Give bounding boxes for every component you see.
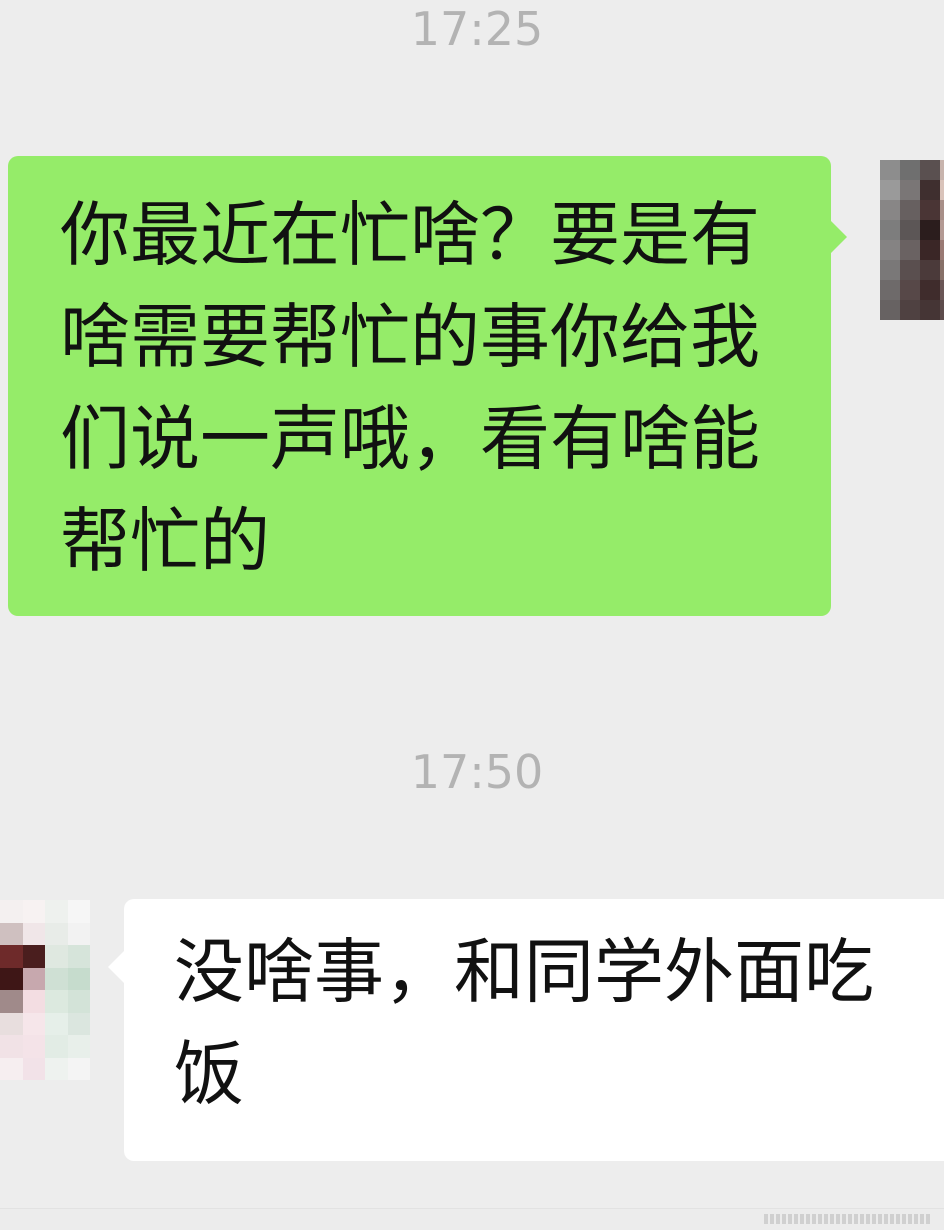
avatar-pixel: [880, 300, 900, 320]
avatar-pixel: [940, 280, 944, 300]
avatar-pixel: [900, 280, 920, 300]
avatar-pixel: [920, 180, 940, 200]
avatar-pixel: [940, 220, 944, 240]
avatar-pixel: [940, 300, 944, 320]
avatar-pixel: [880, 220, 900, 240]
avatar-pixel: [880, 180, 900, 200]
avatar-pixel: [900, 200, 920, 220]
avatar-pixel: [67, 967, 90, 990]
avatar-pixel: [940, 200, 944, 220]
avatar-pixel: [900, 300, 920, 320]
avatar-pixel: [940, 160, 944, 180]
message-text: 没啥事，和同学外面吃饭: [174, 931, 874, 1115]
avatar-pixel: [45, 990, 68, 1013]
avatar-pixel: [22, 1057, 45, 1080]
avatar-pixel: [45, 1057, 68, 1080]
avatar-pixel: [67, 945, 90, 968]
avatar-pixel: [67, 1057, 90, 1080]
timestamp: 17:25: [410, 2, 544, 56]
avatar-pixel: [45, 1012, 68, 1035]
avatar-pixel: [0, 967, 23, 990]
avatar-pixel: [22, 945, 45, 968]
avatar-pixel: [45, 922, 68, 945]
avatar-pixel: [67, 1035, 90, 1058]
avatar-pixel: [880, 240, 900, 260]
avatar-pixel: [880, 280, 900, 300]
avatar-pixel: [920, 220, 940, 240]
avatar-pixel: [67, 922, 90, 945]
avatar-pixel: [22, 1012, 45, 1035]
avatar-pixel: [67, 900, 90, 923]
my-avatar[interactable]: [880, 160, 944, 320]
avatar-pixel: [45, 945, 68, 968]
avatar-pixel: [0, 1035, 23, 1058]
avatar-pixel: [67, 990, 90, 1013]
avatar-pixel: [0, 922, 23, 945]
avatar-pixel: [0, 990, 23, 1013]
avatar-pixel: [0, 945, 23, 968]
avatar-pixel: [920, 240, 940, 260]
avatar-pixel: [22, 922, 45, 945]
friend-avatar[interactable]: [0, 900, 90, 1080]
avatar-pixel: [880, 200, 900, 220]
avatar-pixel: [920, 200, 940, 220]
avatar-pixel: [940, 260, 944, 280]
avatar-pixel: [900, 220, 920, 240]
avatar-pixel: [900, 260, 920, 280]
avatar-pixel: [22, 1035, 45, 1058]
watermark-icon: [764, 1214, 930, 1224]
incoming-message-bubble[interactable]: 没啥事，和同学外面吃饭: [108, 899, 944, 1161]
avatar-pixel: [940, 180, 944, 200]
avatar-pixel: [900, 160, 920, 180]
avatar-pixel: [880, 160, 900, 180]
avatar-pixel: [45, 900, 68, 923]
avatar-pixel: [0, 1012, 23, 1035]
avatar-pixel: [920, 260, 940, 280]
message-text: 你最近在忙啥？要是有啥需要帮忙的事你给我们说一声哦，看有啥能帮忙的: [60, 194, 760, 582]
avatar-pixel: [900, 240, 920, 260]
avatar-pixel: [22, 990, 45, 1013]
avatar-pixel: [22, 967, 45, 990]
avatar-pixel: [67, 1012, 90, 1035]
avatar-pixel: [880, 260, 900, 280]
avatar-pixel: [45, 1035, 68, 1058]
avatar-pixel: [0, 1057, 23, 1080]
avatar-pixel: [45, 967, 68, 990]
avatar-pixel: [920, 280, 940, 300]
outgoing-message-bubble[interactable]: 你最近在忙啥？要是有啥需要帮忙的事你给我们说一声哦，看有啥能帮忙的: [8, 156, 847, 616]
avatar-pixel: [920, 300, 940, 320]
avatar-pixel: [940, 240, 944, 260]
avatar-pixel: [22, 900, 45, 923]
avatar-pixel: [0, 900, 23, 923]
avatar-pixel: [920, 160, 940, 180]
avatar-pixel: [900, 180, 920, 200]
timestamp: 17:50: [410, 745, 544, 799]
